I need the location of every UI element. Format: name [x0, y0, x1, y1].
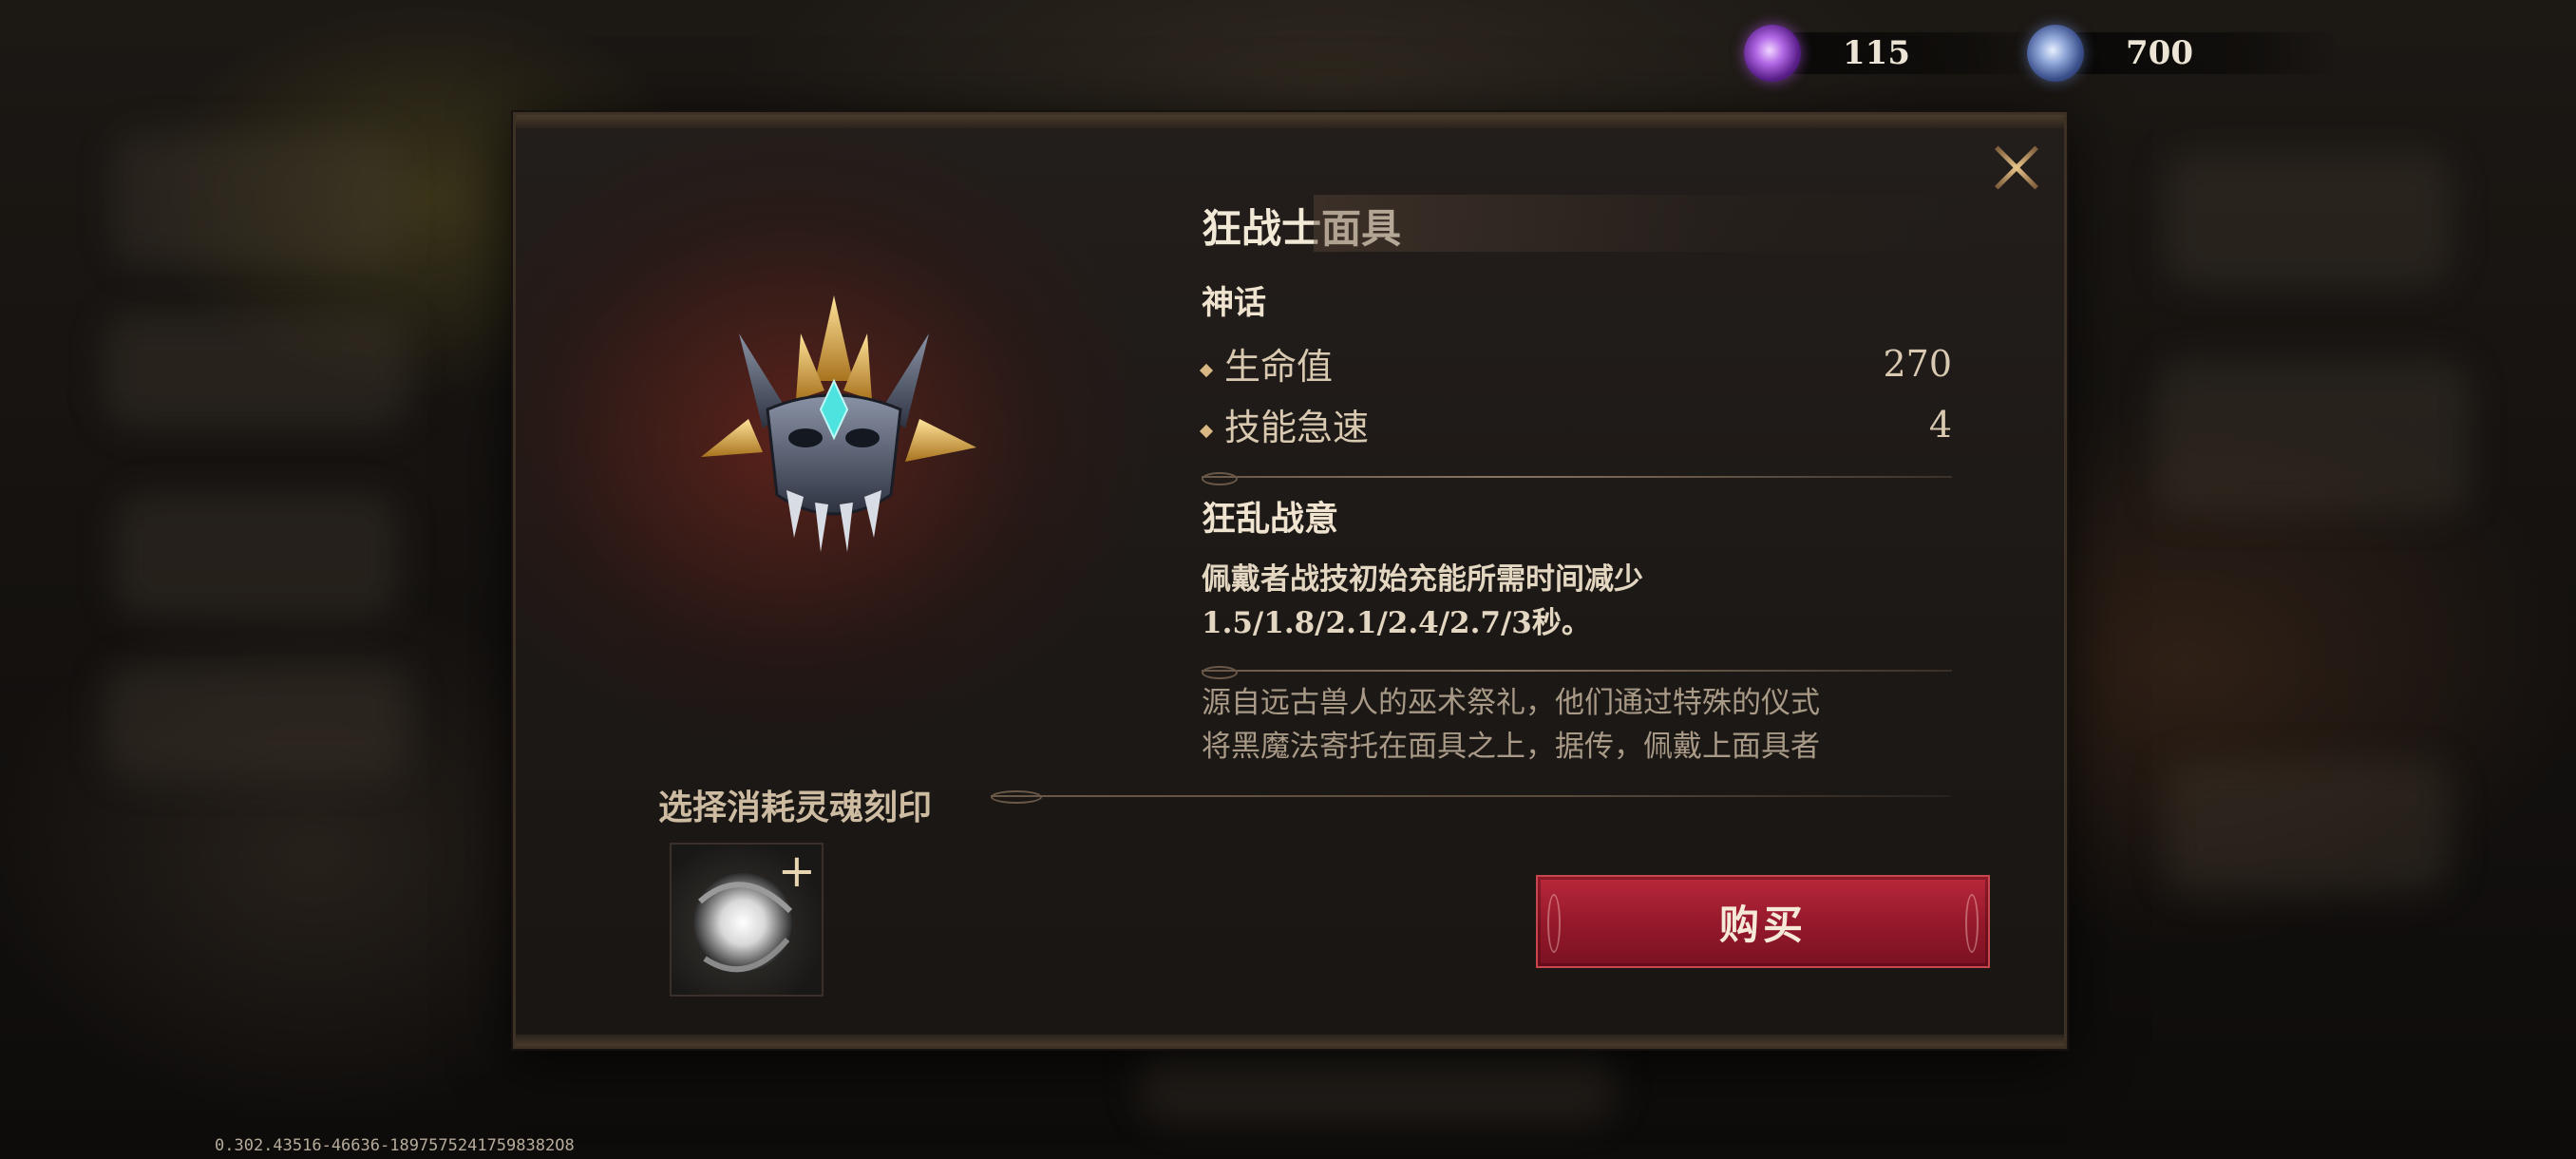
buy-button[interactable]: 购买 — [1536, 875, 1990, 968]
skill-description-line: 1.5/1.8/2.1/2.4/2.7/3秒。 — [1202, 606, 1591, 640]
currency-blue-value: 700 — [2126, 34, 2193, 72]
blue-soul-orb-icon — [2027, 25, 2084, 82]
currency-blue: 700 — [2027, 25, 2340, 82]
soul-engraving-slot[interactable]: + — [670, 843, 824, 997]
diamond-bullet-icon — [1199, 424, 1214, 438]
close-icon[interactable] — [1984, 136, 2049, 200]
divider — [1202, 666, 1952, 679]
soul-select-label: 选择消耗灵魂刻印 — [658, 788, 933, 827]
skill-description-line: 佩戴者战技初始充能所需时间减少 — [1202, 562, 1643, 597]
stat-value: 270 — [1883, 342, 1952, 385]
lore-line: 源自远古兽人的巫术祭礼，他们通过特殊的仪式 — [1202, 686, 1820, 720]
stat-row: 技能急速 4 — [1199, 398, 1952, 450]
currency-purple: 115 — [1744, 25, 2057, 82]
skill-name: 狂乱战意 — [1202, 499, 1339, 539]
add-plus-icon: + — [777, 845, 816, 898]
stat-value: 4 — [1928, 403, 1952, 446]
currency-purple-value: 115 — [1843, 34, 1910, 72]
diamond-bullet-icon — [1199, 363, 1214, 377]
buy-button-label: 购买 — [1718, 901, 1807, 948]
divider — [991, 790, 1950, 804]
berserker-mask-image — [701, 295, 976, 552]
item-detail-dialog: 狂战士面具 神话 生命值 270 技能急速 4 狂乱战意 佩戴者战技初始充能所需… — [513, 112, 2067, 1049]
purple-soul-orb-icon — [1744, 25, 1801, 82]
stat-label: 生命值 — [1224, 346, 1334, 388]
lore-text: 源自远古兽人的巫术祭礼，他们通过特殊的仪式 将黑魔法寄托在面具之上，据传，佩戴上… — [1202, 681, 1961, 769]
lore-line: 将黑魔法寄托在面具之上，据传，佩戴上面具者 — [1202, 730, 1820, 764]
divider — [1202, 472, 1952, 485]
version-string: 0.302.43516-46636-18975752417598382O8 — [215, 1136, 575, 1155]
item-rarity: 神话 — [1202, 284, 1266, 322]
stat-label: 技能急速 — [1224, 407, 1370, 448]
stat-row: 生命值 270 — [1199, 337, 1952, 390]
title-ornament — [1314, 195, 1979, 252]
skill-description: 佩戴者战技初始充能所需时间减少 1.5/1.8/2.1/2.4/2.7/3秒。 — [1202, 558, 1961, 645]
